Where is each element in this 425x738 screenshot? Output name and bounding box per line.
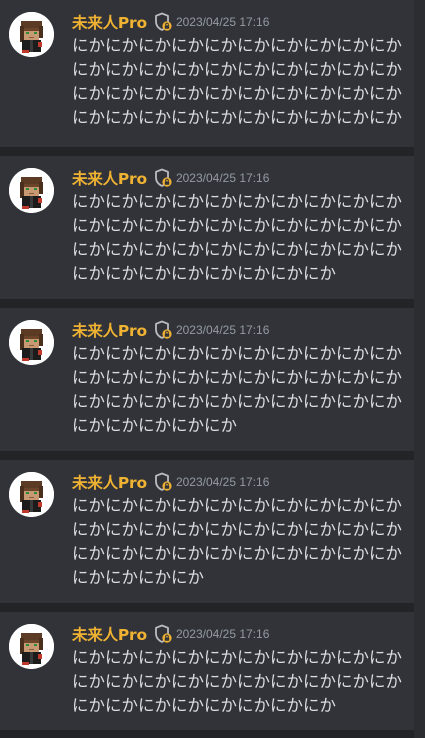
message-content: にかにかにかにかにかにかにかにかにかにかにかにかにかにかにかにかにかにかにかにか… [72,648,402,715]
avatar[interactable] [9,472,54,517]
message-content: にかにかにかにかにかにかにかにかにかにかにかにかにかにかにかにかにかにかにかにか… [72,344,402,435]
shield-badge-icon[interactable] [154,472,172,492]
timestamp[interactable]: 2023/04/25 17:16 [176,323,269,337]
message-content: にかにかにかにかにかにかにかにかにかにかにかにかにかにかにかにかにかにかにかにか… [72,496,402,587]
message-header: 未来人Pro 2023/04/25 17:16 [72,471,269,493]
timestamp[interactable]: 2023/04/25 17:16 [176,171,269,185]
username[interactable]: 未来人Pro [72,167,147,189]
timestamp[interactable]: 2023/04/25 17:16 [176,475,269,489]
message-header: 未来人Pro 2023/04/25 17:16 [72,319,269,341]
shield-badge-icon[interactable] [154,320,172,340]
username[interactable]: 未来人Pro [72,471,147,493]
username[interactable]: 未来人Pro [72,319,147,341]
message-content: にかにかにかにかにかにかにかにかにかにかにかにかにかにかにかにかにかにかにかにか… [72,192,402,283]
username[interactable]: 未来人Pro [72,623,147,645]
message-header: 未来人Pro 2023/04/25 17:16 [72,167,269,189]
message-header: 未来人Pro 2023/04/25 17:16 [72,11,269,33]
message-item: 未来人Pro 2023/04/25 17:16 にかにかにかにかにかにかにかにか… [0,460,414,603]
avatar[interactable] [9,168,54,213]
message-item: 未来人Pro 2023/04/25 17:16 にかにかにかにかにかにかにかにか… [0,308,414,451]
avatar[interactable] [9,320,54,365]
avatar[interactable] [9,624,54,669]
scroll-track[interactable] [414,0,425,738]
shield-badge-icon[interactable] [154,168,172,188]
timestamp[interactable]: 2023/04/25 17:16 [176,15,269,29]
timestamp[interactable]: 2023/04/25 17:16 [176,627,269,641]
message-feed[interactable]: 未来人Pro 2023/04/25 17:16 にかにかにかにかにかにかにかにか… [0,0,425,738]
avatar[interactable] [9,12,54,57]
username[interactable]: 未来人Pro [72,11,147,33]
message-content: にかにかにかにかにかにかにかにかにかにかにかにかにかにかにかにかにかにかにかにか… [72,36,402,127]
shield-badge-icon[interactable] [154,12,172,32]
message-item: 未来人Pro 2023/04/25 17:16 にかにかにかにかにかにかにかにか… [0,156,414,299]
message-item: 未来人Pro 2023/04/25 17:16 にかにかにかにかにかにかにかにか… [0,0,414,147]
shield-badge-icon[interactable] [154,624,172,644]
message-header: 未来人Pro 2023/04/25 17:16 [72,623,269,645]
message-item: 未来人Pro 2023/04/25 17:16 にかにかにかにかにかにかにかにか… [0,612,414,730]
